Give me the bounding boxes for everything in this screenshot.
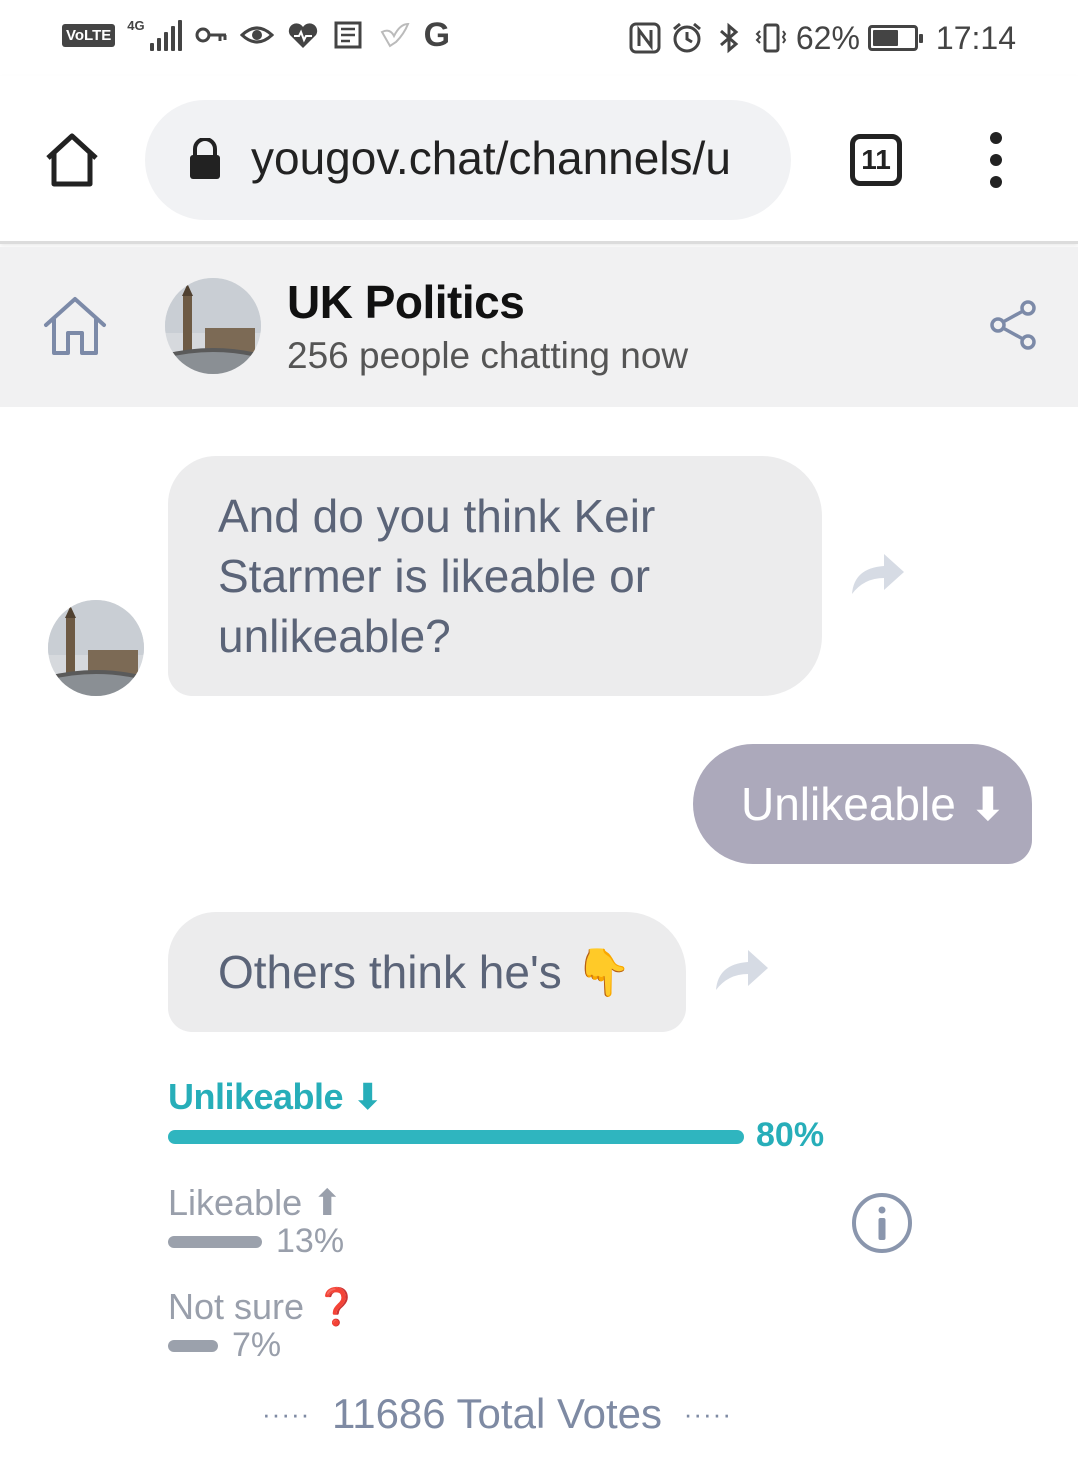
poll-option-result: 13% — [168, 1222, 344, 1261]
google-icon: G — [423, 16, 451, 54]
key-icon — [195, 27, 227, 43]
lock-icon — [190, 138, 220, 179]
eye-icon — [239, 26, 274, 44]
poll-bar — [168, 1130, 744, 1144]
info-icon[interactable] — [851, 1192, 913, 1254]
channel-avatar — [165, 278, 261, 374]
status-bar: VoLTE 4G G 62% 17:14 — [0, 0, 1078, 76]
poll-bar — [168, 1235, 262, 1248]
channel-title: UK Politics — [287, 276, 525, 328]
signal-icon: 4G — [127, 18, 182, 51]
poll-option-percent: 13% — [276, 1222, 345, 1260]
dots-right: ····· — [683, 1398, 732, 1429]
address-bar[interactable]: yougov.chat/channels/u — [145, 100, 791, 220]
share-icon[interactable] — [988, 299, 1038, 351]
battery-percent: 62% — [795, 20, 860, 56]
user-answer-bubble: Unlikeable ⬇ — [693, 744, 1032, 864]
heart-icon — [288, 23, 317, 48]
battery-icon — [867, 25, 923, 51]
alarm-icon — [672, 22, 701, 53]
poll-option-percent: 7% — [232, 1326, 282, 1364]
browser-toolbar: yougov.chat/channels/u 11 — [0, 76, 1078, 244]
forward-icon[interactable] — [850, 550, 906, 596]
nfc-icon — [629, 22, 661, 54]
total-votes: 11686 Total Votes — [331, 1390, 663, 1437]
total-votes-row: ····· 11686 Total Votes ····· — [262, 1390, 732, 1438]
status-right-icons: 62% 17:14 — [628, 18, 1016, 58]
channel-subtitle: 256 people chatting now — [287, 335, 689, 376]
status-left-icons: VoLTE 4G G — [62, 18, 450, 52]
home-icon[interactable] — [40, 128, 104, 192]
tab-count-button[interactable]: 11 — [850, 134, 902, 186]
poll-bar-track — [168, 1130, 744, 1144]
channel-header: UK Politics 256 people chatting now — [0, 247, 1078, 407]
poll-option-percent: 80% — [756, 1116, 825, 1154]
vibrate-icon — [755, 23, 787, 53]
bot-avatar — [48, 600, 144, 696]
bird-icon — [380, 22, 410, 48]
poll-option-label: Not sure ❓ — [168, 1286, 359, 1327]
dots-left: ····· — [262, 1398, 311, 1429]
poll-option-label: Likeable ⬆ — [168, 1182, 343, 1223]
bluetooth-icon — [719, 22, 739, 54]
bot-message-question: And do you think Keir Starmer is likeabl… — [168, 456, 822, 696]
volte-badge: VoLTE — [62, 23, 116, 47]
poll-option-label: Unlikeable ⬇ — [168, 1076, 383, 1117]
poll-bar — [168, 1339, 218, 1352]
more-menu-icon[interactable] — [984, 132, 1008, 188]
bot-message-others: Others think he's 👇 — [168, 912, 686, 1032]
network-type: 4G — [127, 18, 145, 33]
forward-icon[interactable] — [714, 946, 770, 992]
channel-home-icon[interactable] — [42, 295, 108, 357]
news-icon — [334, 21, 362, 49]
clock: 17:14 — [935, 20, 1016, 56]
url-text[interactable]: yougov.chat/channels/u — [251, 130, 731, 186]
poll-option-result: 7% — [168, 1326, 281, 1365]
